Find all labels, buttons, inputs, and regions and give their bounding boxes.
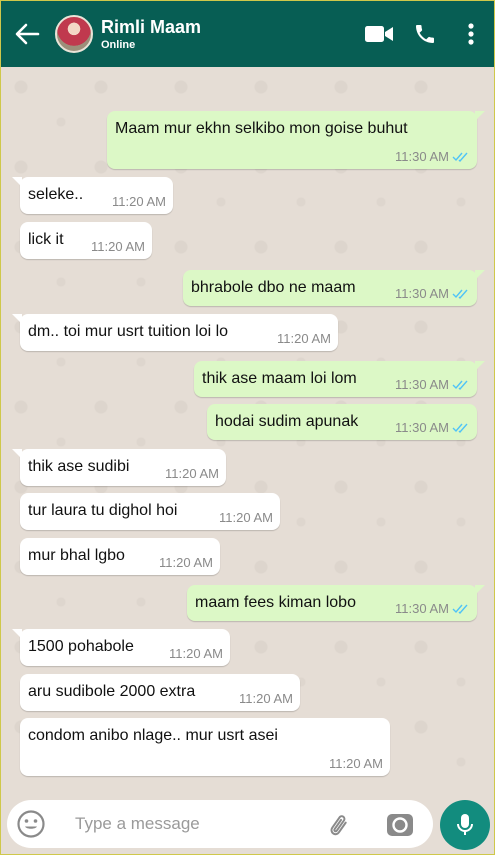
message-meta: 11:20 AM — [112, 194, 166, 209]
message-meta: 11:20 AM — [165, 466, 219, 481]
contact-info[interactable]: Rimli Maam Online — [101, 16, 201, 52]
message-bubble-outgoing[interactable]: maam fees kiman lobo 11:30 AM — [187, 585, 485, 621]
header-actions — [356, 12, 494, 56]
message-time: 11:20 AM — [239, 691, 293, 706]
message-text: condom anibo nlage.. mur usrt asei — [28, 727, 278, 744]
message-meta: 11:20 AM — [239, 691, 293, 706]
read-tick-icon — [452, 380, 468, 390]
message-bubble-incoming[interactable]: tur laura tu dighol hoi 11:20 AM — [20, 493, 280, 530]
message-meta: 11:30 AM — [395, 286, 470, 301]
message-time: 11:30 AM — [395, 149, 449, 164]
message-time: 11:30 AM — [395, 420, 449, 435]
message-bubble-incoming[interactable]: thik ase sudibi 11:20 AM — [12, 449, 226, 486]
message-bubble-incoming[interactable]: lick it 11:20 AM — [20, 222, 152, 259]
message-meta: 11:20 AM — [91, 239, 145, 254]
message-meta: 11:30 AM — [395, 377, 470, 392]
message-time: 11:20 AM — [169, 646, 223, 661]
attachment-icon[interactable] — [321, 808, 355, 842]
message-time: 11:20 AM — [165, 466, 219, 481]
message-meta: 11:30 AM — [395, 601, 470, 616]
message-bubble-incoming[interactable]: 1500 pohabole 11:20 AM — [12, 629, 230, 666]
message-bubble-outgoing[interactable]: thik ase maam loi lom 11:30 AM — [194, 361, 485, 397]
camera-icon[interactable] — [383, 808, 417, 842]
message-meta: 11:20 AM — [159, 555, 213, 570]
message-bubble-outgoing[interactable]: bhrabole dbo ne maam 11:30 AM — [183, 270, 485, 306]
message-bubble-incoming[interactable]: seleke.. 11:20 AM — [12, 177, 173, 214]
message-time: 11:20 AM — [277, 331, 331, 346]
message-time: 11:30 AM — [395, 377, 449, 392]
message-time: 11:20 AM — [329, 756, 383, 771]
message-time: 11:30 AM — [395, 286, 449, 301]
message-bubble-incoming[interactable]: condom anibo nlage.. mur usrt asei 11:20… — [20, 718, 390, 776]
avatar[interactable] — [55, 15, 93, 53]
message-bubble-incoming[interactable]: dm.. toi mur usrt tuition loi lo 11:20 A… — [12, 314, 338, 351]
video-call-icon[interactable] — [356, 12, 402, 56]
message-bubble-incoming[interactable]: aru sudibole 2000 extra 11:20 AM — [20, 674, 300, 711]
read-tick-icon — [452, 152, 468, 162]
read-tick-icon — [452, 423, 468, 433]
voice-call-icon[interactable] — [402, 12, 448, 56]
message-input[interactable] — [75, 814, 305, 834]
emoji-icon[interactable] — [7, 800, 55, 848]
message-meta: 11:20 AM — [277, 331, 331, 346]
back-arrow-icon[interactable] — [5, 12, 49, 56]
message-time: 11:20 AM — [159, 555, 213, 570]
read-tick-icon — [452, 604, 468, 614]
message-bubble-outgoing[interactable]: hodai sudim apunak 11:30 AM — [207, 404, 477, 440]
message-meta: 11:20 AM — [219, 510, 273, 525]
read-tick-icon — [452, 289, 468, 299]
microphone-icon[interactable] — [440, 800, 490, 850]
contact-name: Rimli Maam — [101, 17, 202, 37]
message-time: 11:20 AM — [112, 194, 166, 209]
message-meta: 11:30 AM — [395, 149, 470, 164]
message-meta: 11:30 AM — [395, 420, 470, 435]
message-composer — [1, 794, 494, 854]
whatsapp-chat-screen: Rimli Maam Online Maam mur ekhn selkibo … — [0, 0, 495, 855]
message-bubble-outgoing[interactable]: Maam mur ekhn selkibo mon goise buhut 11… — [107, 111, 485, 169]
input-box — [7, 800, 433, 848]
message-meta: 11:20 AM — [169, 646, 223, 661]
message-list[interactable]: Maam mur ekhn selkibo mon goise buhut 11… — [1, 67, 494, 794]
message-text: Maam mur ekhn selkibo mon goise buhut — [115, 120, 408, 137]
message-time: 11:30 AM — [395, 601, 449, 616]
more-options-icon[interactable] — [448, 12, 494, 56]
chat-header: Rimli Maam Online — [1, 1, 494, 67]
message-time: 11:20 AM — [91, 239, 145, 254]
message-bubble-incoming[interactable]: mur bhal lgbo 11:20 AM — [20, 538, 220, 575]
contact-status: Online — [101, 39, 136, 51]
message-time: 11:20 AM — [219, 510, 273, 525]
message-meta: 11:20 AM — [329, 756, 383, 771]
